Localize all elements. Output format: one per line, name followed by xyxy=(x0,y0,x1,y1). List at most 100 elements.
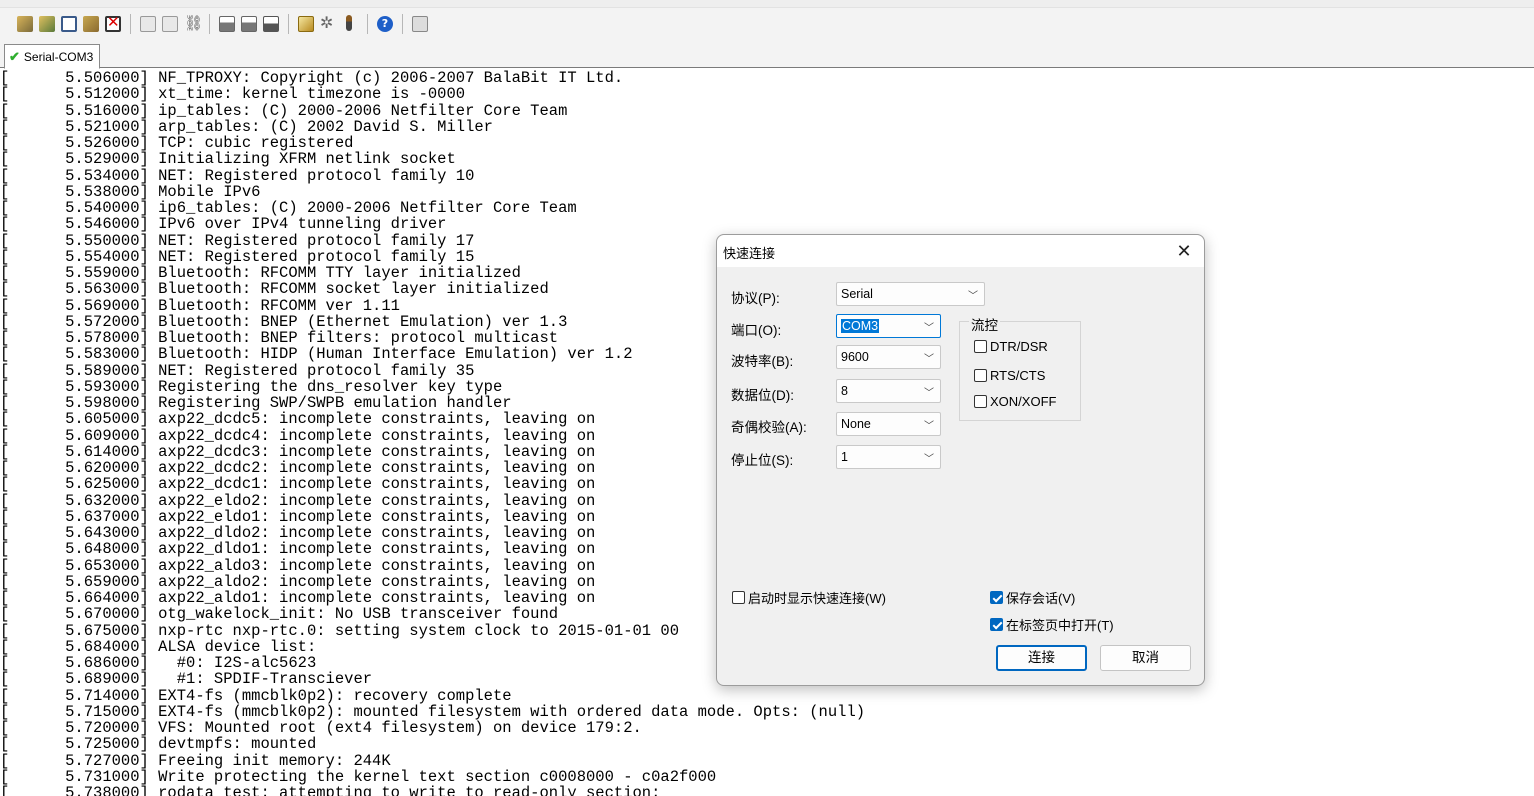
printer-icon[interactable] xyxy=(262,15,280,33)
stopbits-label: 停止位(S): xyxy=(731,453,794,468)
open-in-tab-checkbox[interactable]: 在标签页中打开(T) xyxy=(990,615,1114,634)
checkbox-box xyxy=(974,340,987,353)
close-icon[interactable]: ✕ xyxy=(1174,241,1194,261)
flow-control-legend: 流控 xyxy=(969,314,1000,334)
terminal-line: [ 5.538000] Mobile IPv6 xyxy=(0,182,261,201)
cancel-button[interactable]: 取消 xyxy=(1100,645,1191,671)
terminal-line: [ 5.632000] axp22_eldo2: incomplete cons… xyxy=(0,491,596,510)
terminal-line: [ 5.670000] otg_wakelock_init: No USB tr… xyxy=(0,605,559,624)
xon-xoff-checkbox[interactable]: XON/XOFF xyxy=(974,394,1056,409)
save-session-checkbox[interactable]: 保存会话(V) xyxy=(990,588,1075,607)
terminal-line: [ 5.720000] VFS: Mounted root (ext4 file… xyxy=(0,719,642,737)
toolbar: ✕ ⛓ ✲ ? xyxy=(0,8,1534,40)
terminal-line: [ 5.512000] xt_time: kernel timezone is … xyxy=(0,85,466,104)
connected-check-icon: ✔ xyxy=(9,48,20,64)
databits-select[interactable]: 8 ﹀ xyxy=(836,379,941,403)
terminal-line: [ 5.534000] NET: Registered protocol fam… xyxy=(0,166,475,185)
open-in-tab-label: 在标签页中打开(T) xyxy=(1006,618,1114,633)
tab-serial-com3[interactable]: ✔ Serial-COM3 xyxy=(4,44,101,69)
terminal-line: [ 5.684000] ALSA device list: xyxy=(0,637,317,656)
baud-value: 9600 xyxy=(841,350,869,364)
toolbar-separator xyxy=(367,14,368,34)
protocol-label: 协议(P): xyxy=(731,291,780,306)
checkbox-box xyxy=(990,591,1003,604)
find-icon[interactable]: ⛓ xyxy=(183,14,203,33)
checkbox-box xyxy=(974,395,987,408)
dtr-dsr-label: DTR/DSR xyxy=(990,339,1048,354)
copy-icon[interactable] xyxy=(139,15,157,33)
dtr-dsr-checkbox[interactable]: DTR/DSR xyxy=(974,339,1048,354)
paste-icon[interactable] xyxy=(161,15,179,33)
session-options-icon[interactable] xyxy=(297,15,315,33)
terminal-line: [ 5.572000] Bluetooth: BNEP (Ethernet Em… xyxy=(0,312,568,331)
terminal-line: [ 5.625000] axp22_dcdc1: incomplete cons… xyxy=(0,475,596,494)
rts-cts-checkbox[interactable]: RTS/CTS xyxy=(974,368,1045,383)
disconnect-icon[interactable]: ✕ xyxy=(104,13,122,33)
connect-icon[interactable] xyxy=(16,15,34,33)
port-select[interactable]: COM3 ﹀ xyxy=(836,314,941,338)
menu-bar xyxy=(0,0,1534,8)
terminal-line: [ 5.727000] Freeing init memory: 244K xyxy=(0,751,391,770)
terminal-line: [ 5.714000] EXT4-fs (mmcblk0p2): recover… xyxy=(0,686,512,705)
terminal-line: [ 5.550000] NET: Registered protocol fam… xyxy=(0,231,475,250)
terminal-line: [ 5.563000] Bluetooth: RFCOMM socket lay… xyxy=(0,280,549,299)
terminal-line: [ 5.516000] ip_tables: (C) 2000-2006 Net… xyxy=(0,101,568,120)
terminal-line: [ 5.569000] Bluetooth: RFCOMM ver 1.11 xyxy=(0,296,400,315)
checkbox-box xyxy=(732,591,745,604)
terminal-line: [ 5.614000] axp22_dcdc3: incomplete cons… xyxy=(0,442,596,461)
save-session-label: 保存会话(V) xyxy=(1006,591,1076,606)
print-screen-icon[interactable] xyxy=(240,15,258,33)
terminal-line: [ 5.620000] axp22_dcdc2: incomplete cons… xyxy=(0,459,596,477)
quick-connect-dialog: 快速连接 ✕ 协议(P): Serial ﹀ 端口(O): COM3 ﹀ 波特率… xyxy=(716,234,1205,686)
terminal-line: [ 5.609000] axp22_dcdc4: incomplete cons… xyxy=(0,426,596,445)
terminal-line: [ 5.686000] #0: I2S-alc5623 xyxy=(0,654,317,672)
terminal-line: [ 5.731000] Write protecting the kernel … xyxy=(0,767,717,786)
terminal-line: [ 5.583000] Bluetooth: HIDP (Human Inter… xyxy=(0,345,633,364)
terminal-line: [ 5.521000] arp_tables: (C) 2002 David S… xyxy=(0,117,493,136)
terminal-line: [ 5.653000] axp22_aldo3: incomplete cons… xyxy=(0,556,596,575)
global-options-icon[interactable]: ✲ xyxy=(319,13,337,33)
rts-cts-label: RTS/CTS xyxy=(990,368,1046,383)
print-icon[interactable] xyxy=(218,15,236,33)
help-icon[interactable]: ? xyxy=(376,15,394,33)
terminal-line: [ 5.540000] ip6_tables: (C) 2000-2006 Ne… xyxy=(0,199,577,217)
parity-label: 奇偶校验(A): xyxy=(731,420,807,435)
keymap-icon[interactable] xyxy=(341,15,359,33)
reconnect-icon[interactable] xyxy=(82,15,100,33)
toolbar-separator xyxy=(288,14,289,34)
terminal-line: [ 5.506000] NF_TPROXY: Copyright (c) 200… xyxy=(0,69,624,87)
stopbits-select[interactable]: 1 ﹀ xyxy=(836,445,941,469)
terminal-line: [ 5.689000] #1: SPDIF-Transciever xyxy=(0,670,373,689)
connect-in-tab-icon[interactable] xyxy=(60,15,78,33)
protocol-select[interactable]: Serial ﹀ xyxy=(836,282,985,306)
terminal-line: [ 5.559000] Bluetooth: RFCOMM TTY layer … xyxy=(0,264,521,282)
terminal-line: [ 5.664000] axp22_aldo1: incomplete cons… xyxy=(0,589,596,607)
tab-strip: ✔ Serial-COM3 xyxy=(0,40,1534,69)
terminal-line: [ 5.725000] devtmpfs: mounted xyxy=(0,735,317,754)
connect-button[interactable]: 连接 xyxy=(996,645,1087,671)
terminal-line: [ 5.637000] axp22_eldo1: incomplete cons… xyxy=(0,507,596,526)
protocol-value: Serial xyxy=(841,287,873,301)
baud-label: 波特率(B): xyxy=(731,354,794,369)
quick-connect-icon[interactable] xyxy=(38,15,56,33)
checkbox-box xyxy=(990,618,1003,631)
tab-label: Serial-COM3 xyxy=(23,49,94,64)
chevron-down-icon: ﹀ xyxy=(924,388,934,399)
terminal-line: [ 5.738000] rodata_test: attempting to w… xyxy=(0,784,661,796)
terminal-line: [ 5.659000] axp22_aldo2: incomplete cons… xyxy=(0,572,596,591)
port-label: 端口(O): xyxy=(731,323,782,338)
terminal-line: [ 5.526000] TCP: cubic registered xyxy=(0,134,354,152)
chevron-down-icon: ﹀ xyxy=(924,323,934,334)
stopbits-value: 1 xyxy=(841,450,848,464)
chevron-down-icon: ﹀ xyxy=(924,454,934,465)
show-on-startup-checkbox[interactable]: 启动时显示快速连接(W) xyxy=(732,588,886,607)
parity-select[interactable]: None ﹀ xyxy=(836,412,941,436)
databits-value: 8 xyxy=(841,384,848,398)
terminal-line: [ 5.675000] nxp-rtc nxp-rtc.0: setting s… xyxy=(0,621,680,640)
baud-select[interactable]: 9600 ﹀ xyxy=(836,345,941,369)
terminal-line: [ 5.546000] IPv6 over IPv4 tunneling dri… xyxy=(0,215,447,234)
terminal-line: [ 5.589000] NET: Registered protocol fam… xyxy=(0,361,475,380)
screen-icon[interactable] xyxy=(411,15,429,33)
terminal-line: [ 5.529000] Initializing XFRM netlink so… xyxy=(0,150,456,169)
chevron-down-icon: ﹀ xyxy=(924,421,934,432)
